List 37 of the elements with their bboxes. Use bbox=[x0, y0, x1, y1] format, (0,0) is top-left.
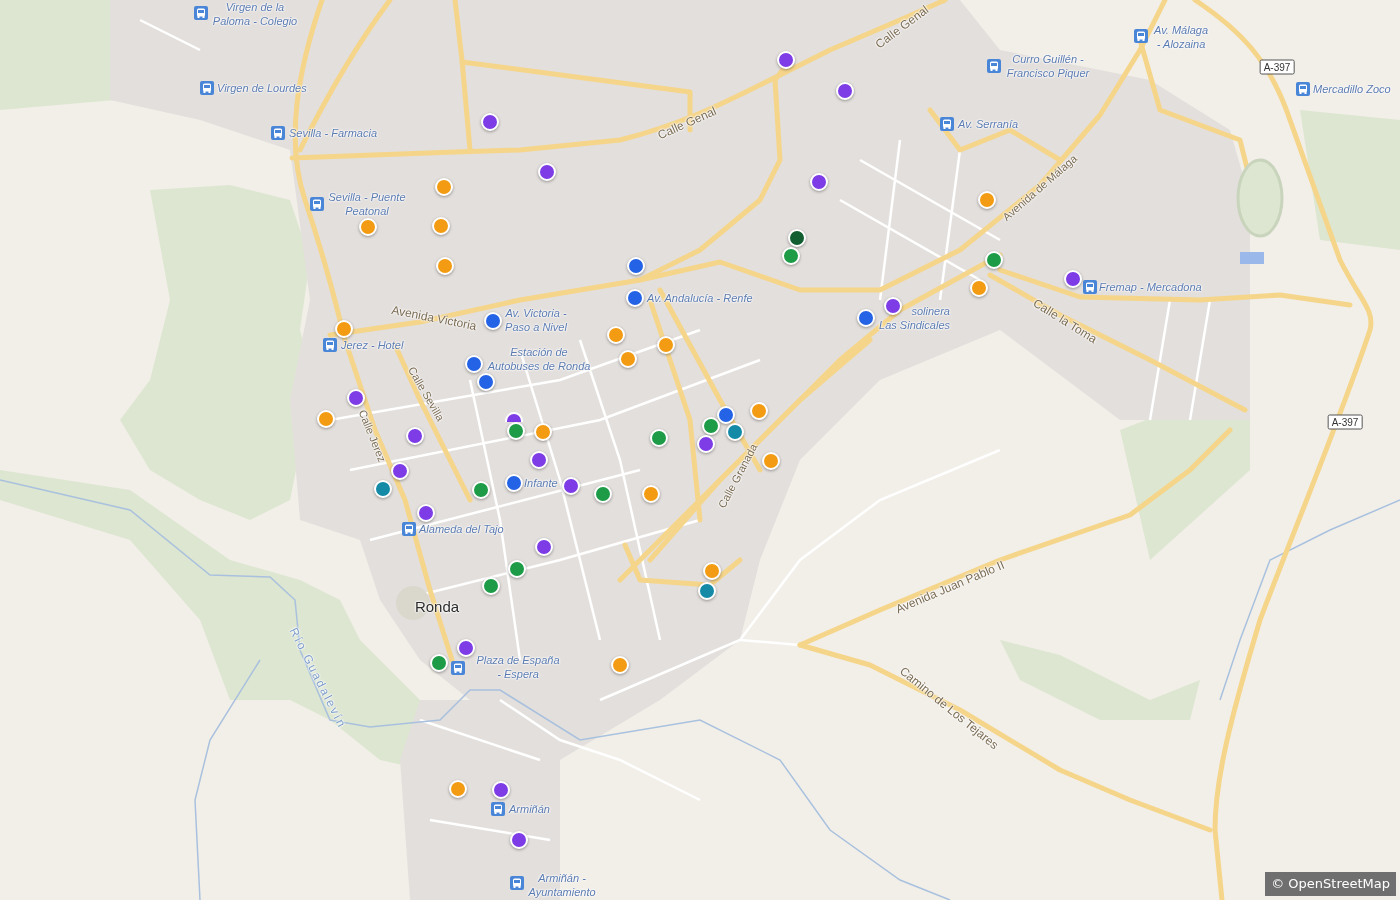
bus-stop-label: Av. Victoria - Paso a Nivel bbox=[505, 306, 567, 334]
bus-stop-label: Armiñán - Ayuntamiento bbox=[528, 871, 596, 899]
bus-stop-label: Infante bbox=[524, 476, 558, 490]
bus-stop-icon bbox=[491, 802, 505, 816]
street-label: Calle Genal bbox=[655, 103, 719, 143]
bus-stop-label: Plaza de España - Espera bbox=[476, 653, 560, 681]
road-shield: A-397 bbox=[1259, 59, 1295, 75]
bus-stop-label: solinera bbox=[911, 304, 950, 318]
bus-stop-label: Virgen de la Paloma - Colegio bbox=[212, 0, 298, 28]
bus-stop-icon bbox=[940, 117, 954, 131]
town-label: Ronda bbox=[414, 598, 460, 616]
bus-stop-label: Fremap - Mercadona bbox=[1099, 280, 1202, 294]
bus-stop-icon bbox=[200, 81, 214, 95]
bus-stop-icon bbox=[310, 197, 324, 211]
bus-stop-label: Estación de Autobuses de Ronda bbox=[487, 345, 591, 373]
bus-stop-icon bbox=[271, 126, 285, 140]
bus-stop-icon bbox=[987, 59, 1001, 73]
bus-stop-icon bbox=[451, 661, 465, 675]
bus-stop-icon bbox=[402, 522, 416, 536]
bus-stop-icon bbox=[1296, 82, 1310, 96]
bus-stop-label: Alameda del Tajo bbox=[419, 522, 504, 536]
map-marker-icon[interactable] bbox=[505, 412, 523, 422]
bus-stop-label: Sevilla - Puente Peatonal bbox=[328, 190, 406, 218]
bus-stop-icon bbox=[1083, 280, 1097, 294]
bus-stop-icon bbox=[323, 338, 337, 352]
attribution-link[interactable]: © OpenStreetMap bbox=[1265, 872, 1396, 896]
bus-stop-icon bbox=[194, 6, 208, 20]
bus-stop-label: Mercadillo Zoco bbox=[1313, 82, 1391, 96]
street-label: Calle Jerez bbox=[355, 408, 389, 464]
bus-stop-label: Av. Serranía bbox=[958, 117, 1019, 131]
bus-stop-label: Curro Guillén - Francisco Piquer bbox=[1006, 52, 1090, 80]
bus-stop-icon bbox=[1134, 29, 1148, 43]
street-label: Avenida Victoria bbox=[390, 302, 478, 334]
bus-stop-icon bbox=[510, 876, 524, 890]
bus-stop-label: Av. Málaga - Alozaina bbox=[1154, 23, 1208, 51]
bus-stop-label: Armiñán bbox=[509, 802, 550, 816]
road-shield: A-397 bbox=[1327, 414, 1363, 430]
